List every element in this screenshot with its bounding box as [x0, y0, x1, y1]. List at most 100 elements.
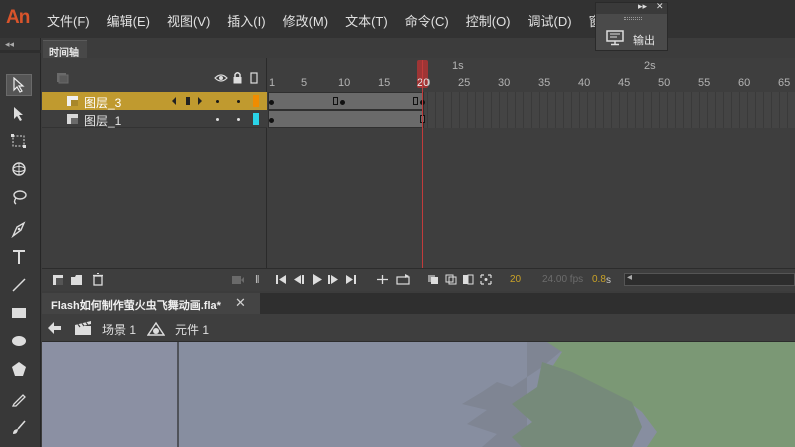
layers-pane: 图层_3 图层_1	[42, 58, 267, 268]
go-to-last-frame-icon[interactable]	[346, 275, 357, 284]
camera-icon[interactable]	[231, 275, 245, 285]
layer-row[interactable]: 图层_3	[42, 92, 267, 110]
elapsed-time-readout[interactable]: 0.8	[592, 274, 606, 285]
tools-grip[interactable]	[0, 50, 41, 53]
frame-tick-label: 45	[618, 77, 631, 89]
frame-ruler[interactable]: 1s 2s 1 5 10 15 20 25 30 35 40 45 50 55 …	[268, 60, 795, 90]
menu-modify[interactable]: 修改(M)	[283, 11, 329, 30]
frame-rate-readout[interactable]: 24.00 fps	[542, 274, 583, 285]
stage-artwork	[42, 342, 795, 447]
layer-row[interactable]: 图层_1	[42, 110, 267, 128]
close-icon[interactable]: ✕	[656, 1, 664, 12]
loop-icon[interactable]	[376, 274, 389, 285]
grip-icon[interactable]	[624, 17, 642, 20]
scene-icon[interactable]	[74, 320, 92, 336]
menu-file[interactable]: 文件(F)	[47, 11, 90, 30]
timeline-scrollbar[interactable]	[624, 273, 795, 286]
play-icon[interactable]	[312, 274, 322, 285]
center-frame-icon[interactable]	[396, 274, 410, 285]
text-tool-icon[interactable]	[6, 246, 32, 268]
tab-timeline[interactable]: 时间轴	[43, 40, 87, 59]
visibility-dot[interactable]	[216, 118, 219, 121]
frame-end-marker[interactable]	[333, 97, 338, 105]
tab-timeline-label: 时间轴	[49, 48, 79, 59]
frame-span[interactable]	[268, 110, 424, 128]
onion-skin-arrows-icon[interactable]	[172, 96, 210, 106]
onion-skin-outlines-icon[interactable]	[445, 274, 457, 285]
eye-icon[interactable]	[214, 73, 228, 83]
brush-tool-icon[interactable]	[6, 416, 32, 438]
back-arrow-icon[interactable]	[48, 322, 62, 334]
edit-bar: 场景 1 元件 1	[42, 314, 795, 342]
breadcrumb-symbol[interactable]: 元件 1	[175, 321, 209, 338]
line-tool-icon[interactable]	[6, 274, 32, 296]
new-layer-icon[interactable]	[52, 274, 64, 286]
symbol-icon[interactable]	[147, 321, 165, 337]
edit-multiple-frames-icon[interactable]	[462, 274, 474, 285]
free-transform-tool-icon[interactable]	[6, 130, 32, 152]
playhead-line	[422, 60, 423, 268]
lock-dot[interactable]	[237, 100, 240, 103]
go-to-first-frame-icon[interactable]	[276, 275, 287, 284]
frame-span[interactable]	[268, 92, 424, 110]
output-label[interactable]: 输出	[633, 32, 655, 48]
menu-items: 文件(F) 编辑(E) 视图(V) 插入(I) 修改(M) 文本(T) 命令(C…	[47, 11, 636, 30]
pen-tool-icon[interactable]	[6, 218, 32, 240]
output-panel-header[interactable]: ▸▸ ✕	[596, 1, 667, 14]
lasso-tool-icon[interactable]	[6, 186, 32, 208]
menu-control[interactable]: 控制(O)	[466, 11, 511, 30]
layer-color-swatch[interactable]	[253, 113, 259, 125]
step-back-icon[interactable]	[294, 275, 305, 284]
second-marker: 2s	[644, 60, 656, 72]
step-forward-icon[interactable]	[328, 275, 339, 284]
breadcrumb-scene[interactable]: 场景 1	[102, 321, 136, 338]
outline-icon[interactable]	[250, 72, 258, 84]
layer-name[interactable]: 图层_3	[84, 94, 121, 111]
document-tab-label: Flash如何制作萤火虫飞舞动画.fla*	[51, 300, 221, 312]
menu-text[interactable]: 文本(T)	[345, 11, 388, 30]
trash-icon[interactable]	[92, 273, 104, 286]
stage[interactable]	[42, 342, 795, 447]
menu-view[interactable]: 视图(V)	[167, 11, 210, 30]
document-tab-bar: Flash如何制作萤火虫飞舞动画.fla* ✕	[42, 293, 795, 314]
layer-icon	[67, 114, 78, 124]
polystar-tool-icon[interactable]	[6, 358, 32, 380]
output-panel: ▸▸ ✕ 输出	[595, 1, 668, 51]
tab-document[interactable]: Flash如何制作萤火虫飞舞动画.fla* ✕	[42, 293, 260, 314]
collapse-icon[interactable]: ◂◂	[5, 39, 14, 50]
menu-insert[interactable]: 插入(I)	[227, 11, 265, 30]
lock-dot[interactable]	[237, 118, 240, 121]
frame-end-marker[interactable]	[413, 97, 418, 105]
3d-rotation-tool-icon[interactable]	[6, 158, 32, 180]
rectangle-tool-icon[interactable]	[6, 302, 32, 324]
app-logo: An	[6, 7, 30, 28]
timeline-panel: 图层_3 图层_1 1s 2s 1 5 10 15 20 25 30 35 40	[42, 58, 795, 291]
menu-debug[interactable]: 调试(D)	[528, 11, 572, 30]
pencil-tool-icon[interactable]	[6, 388, 32, 410]
frame-grid[interactable]	[268, 92, 795, 128]
keyframe[interactable]	[269, 118, 274, 123]
current-frame-readout[interactable]: 20	[510, 274, 521, 285]
visibility-dot[interactable]	[216, 100, 219, 103]
layer-color-swatch[interactable]	[253, 95, 259, 107]
frame-tick-label: 40	[578, 77, 591, 89]
subselection-tool-icon[interactable]	[6, 103, 32, 125]
modify-markers-icon[interactable]	[480, 274, 492, 285]
scroll-left-icon[interactable]: ◂	[627, 272, 632, 283]
new-folder-icon[interactable]	[70, 274, 83, 286]
keyframe[interactable]	[269, 100, 274, 105]
layer-icon	[67, 96, 78, 106]
onion-skin-icon[interactable]	[427, 274, 439, 285]
oval-tool-icon[interactable]	[6, 330, 32, 352]
keyframe[interactable]	[340, 100, 345, 105]
close-icon[interactable]: ✕	[235, 295, 246, 311]
panel-collapse-icon[interactable]: ▸▸	[638, 1, 647, 12]
layer-folder-icon	[57, 73, 69, 84]
lock-icon[interactable]	[232, 71, 243, 84]
frame-tick-label: 50	[658, 77, 671, 89]
menu-commands[interactable]: 命令(C)	[405, 11, 449, 30]
output-icon[interactable]	[606, 30, 624, 49]
layer-name[interactable]: 图层_1	[84, 112, 121, 129]
selection-tool-icon[interactable]	[6, 74, 32, 96]
menu-edit[interactable]: 编辑(E)	[107, 11, 150, 30]
